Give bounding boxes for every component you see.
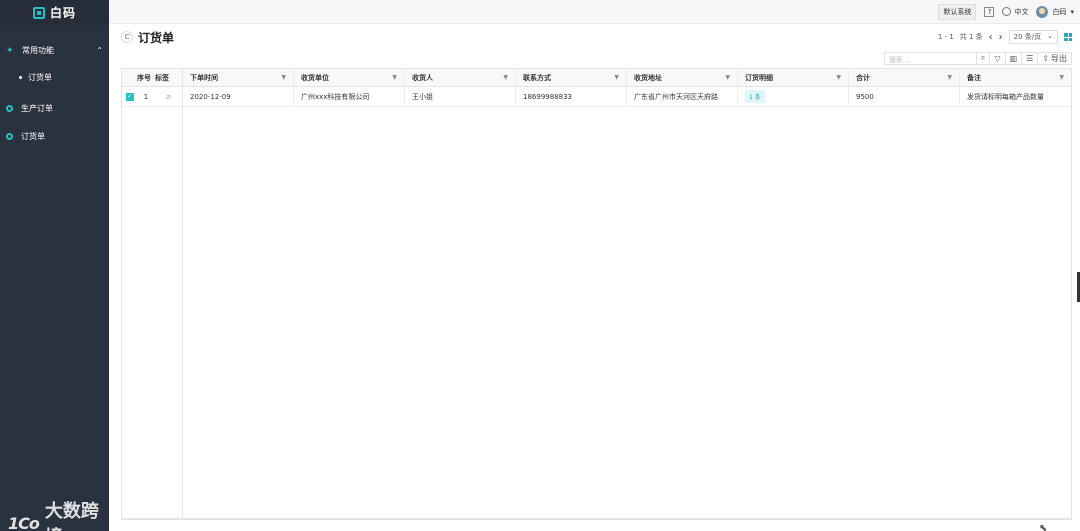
pagination: 1 - 1 共 1 条 ‹ › 20 条/页 ⌄ (938, 30, 1072, 44)
fixed-column-divider (182, 69, 183, 518)
sidebar-subitem-label: 订货单 (28, 72, 52, 82)
page-size-value: 20 条/页 (1013, 33, 1042, 41)
logo[interactable]: 白码 (0, 0, 109, 25)
header-tag: 标签 (155, 69, 183, 86)
sidebar-group-label: 常用功能 (22, 46, 54, 55)
cell-contact: 18699988833 (516, 87, 627, 106)
top-bar: 默认系统 ? 中文 白码 ▾ (109, 0, 1080, 24)
avatar (1036, 5, 1049, 18)
header-contact[interactable]: 联系方式 ▼ (516, 69, 627, 86)
cell-detail[interactable]: 1 条 (738, 87, 849, 106)
watermark: 1Co 大数跨境 (8, 497, 109, 531)
cell-receiver: 王小姐 (405, 87, 516, 106)
language-label: 中文 (1014, 7, 1029, 16)
logo-text: 白码 (49, 6, 76, 20)
export-button[interactable]: ⇪ 导出 (1038, 51, 1072, 65)
search-input[interactable]: 搜索... (883, 51, 977, 65)
sidebar-item-production[interactable]: 生产订单 (0, 94, 109, 122)
orders-table: 序号 标签 下单时间 ▼ 收货单位 ▼ 收货人 ▼ 联系方式 ▼ 收货地址 ▼ 订货明细 ▼… (121, 68, 1072, 519)
caret-down-icon: ▼ (614, 74, 619, 81)
cell-order-time: 2020-12-09 (183, 87, 294, 106)
logo-icon (32, 6, 45, 19)
header-remark[interactable]: 备注 ▼ (960, 69, 1071, 86)
title-bar: C 订货单 1 - 1 共 1 条 ‹ › 20 条/页 ⌄ (109, 24, 1080, 50)
table-header: 序号 标签 下单时间 ▼ 收货单位 ▼ 收货人 ▼ 联系方式 ▼ 收货地址 ▼ 订货明细 ▼… (122, 69, 1071, 87)
prev-icon[interactable]: ‹ (989, 32, 993, 43)
chevron-down-icon: ⌄ (1047, 32, 1053, 40)
header-total[interactable]: 合计 ▼ (849, 69, 960, 86)
system-button[interactable]: 默认系统 (938, 3, 977, 20)
globe-icon (1002, 7, 1012, 16)
app-root: 白码 ✦ 常用功能 ⌃ 订货单 生产订单 订货单 1Co 大数跨境 默认系统 ? (0, 0, 1080, 531)
caret-down-icon: ▼ (503, 74, 508, 81)
mouse-cursor-icon: ⬉ (1039, 523, 1048, 531)
header-receiver-unit[interactable]: 收货单位 ▼ (294, 69, 405, 86)
chevron-up-icon: ⌃ (96, 46, 103, 55)
chart-icon[interactable]: ▥ (1005, 51, 1023, 65)
caret-down-icon: ▼ (836, 74, 841, 81)
row-no: 1 (143, 92, 149, 101)
table-toolbar: 搜索... ⌕ ▽ ▥ ☰ ⇪ 导出 (883, 51, 1072, 65)
pager-total: 共 1 条 (959, 33, 983, 41)
detail-link[interactable]: 1 条 (745, 90, 765, 103)
help-icon[interactable]: ? (984, 6, 995, 17)
sidebar: 白码 ✦ 常用功能 ⌃ 订货单 生产订单 订货单 1Co 大数跨境 (0, 0, 109, 531)
header-checkbox-cell (122, 69, 137, 86)
caret-down-icon: ▼ (281, 74, 286, 81)
bullet-icon (19, 75, 22, 79)
sidebar-subitem-order[interactable]: 订货单 (0, 64, 109, 90)
row-checkbox[interactable]: ✓ (122, 87, 137, 106)
header-receiver[interactable]: 收货人 ▼ (405, 69, 516, 86)
watermark-text: 大数跨境 (44, 501, 99, 531)
sidebar-group-common[interactable]: ✦ 常用功能 ⌃ (0, 37, 109, 64)
caret-down-icon: ▼ (1059, 74, 1064, 81)
ring-icon (6, 132, 13, 140)
export-label: 导出 (1051, 53, 1067, 63)
header-address[interactable]: 收货地址 ▼ (627, 69, 738, 86)
next-icon[interactable]: › (999, 32, 1003, 43)
chevron-down-icon: ▾ (1070, 7, 1074, 16)
cell-remark: 发货请标明每箱产品数量 (967, 92, 1044, 101)
refresh-icon[interactable]: C (121, 31, 133, 43)
user-menu[interactable]: 白码 ▾ (1036, 5, 1074, 18)
caret-down-icon: ▼ (947, 74, 952, 81)
header-no: 序号 (137, 73, 151, 82)
clip-icon: ⌀ (166, 92, 171, 101)
row-tag[interactable]: ⌀ (155, 87, 183, 106)
star-icon: ✦ (6, 45, 14, 56)
cell-receiver-unit: 广州xxx科技有限公司 (294, 87, 405, 106)
watermark-logo: 1Co (8, 513, 40, 531)
check-icon: ✓ (125, 92, 134, 101)
export-icon: ⇪ (1042, 53, 1049, 63)
page-title: 订货单 (138, 30, 175, 45)
cell-address: 广东省广州市天河区天府路 (627, 87, 738, 106)
table-footer-divider (121, 519, 1072, 520)
page-size-select[interactable]: 20 条/页 ⌄ (1008, 30, 1058, 44)
filter-icon[interactable]: ▽ (990, 51, 1006, 65)
caret-down-icon: ▼ (392, 74, 397, 81)
header-detail[interactable]: 订货明细 ▼ (738, 69, 849, 86)
pager-range: 1 - 1 (937, 33, 954, 41)
cell-total: 9500 (849, 87, 960, 106)
sidebar-item-label: 生产订单 (21, 103, 53, 113)
table-row[interactable]: ✓ 1 ⌀ 2020-12-09 广州xxx科技有限公司 王小姐 1869998… (122, 87, 1071, 107)
sidebar-item-label: 订货单 (21, 131, 45, 141)
search-icon[interactable]: ⌕ (976, 51, 991, 65)
caret-down-icon: ▼ (725, 74, 730, 81)
settings-icon[interactable]: ☰ (1022, 51, 1039, 65)
language-switch[interactable]: 中文 (1002, 7, 1028, 17)
sidebar-item-order[interactable]: 订货单 (0, 122, 109, 150)
grid-icon[interactable] (1064, 33, 1072, 41)
header-order-time[interactable]: 下单时间 ▼ (183, 69, 294, 86)
ring-icon (6, 104, 13, 112)
user-name: 白码 (1052, 7, 1067, 16)
